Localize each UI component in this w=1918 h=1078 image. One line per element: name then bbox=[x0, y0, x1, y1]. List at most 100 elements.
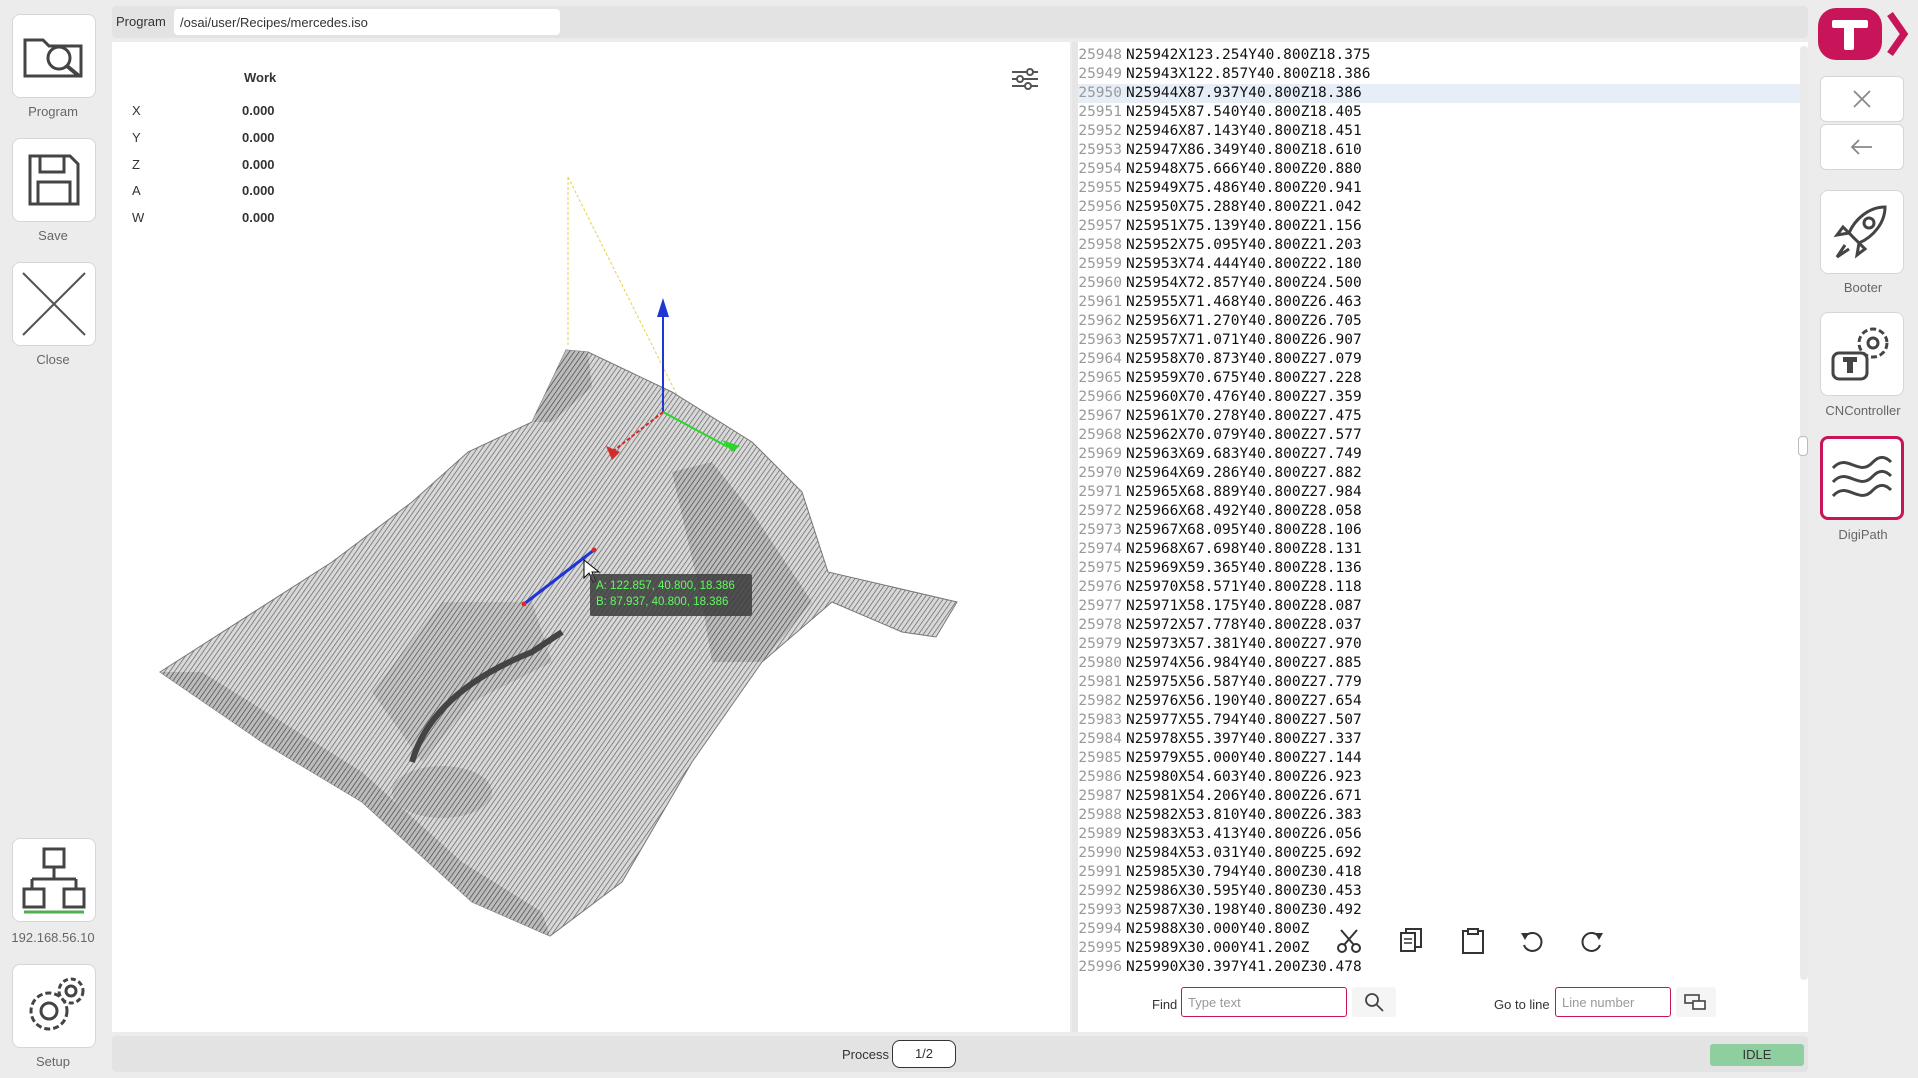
code-line[interactable]: 25966 N25960X70.476Y40.800Z27.359 bbox=[1078, 388, 1808, 407]
line-number: 25996 bbox=[1078, 959, 1122, 975]
code-line[interactable]: 25956 N25950X75.288Y40.800Z21.042 bbox=[1078, 198, 1808, 217]
line-text: N25976X56.190Y40.800Z27.654 bbox=[1126, 693, 1362, 709]
line-text: N25943X122.857Y40.800Z18.386 bbox=[1126, 66, 1371, 82]
search-icon bbox=[1365, 993, 1384, 1012]
find-button[interactable] bbox=[1352, 987, 1396, 1017]
code-line[interactable]: 25949 N25943X122.857Y40.800Z18.386 bbox=[1078, 65, 1808, 84]
network-button[interactable] bbox=[12, 838, 96, 922]
booter-button[interactable] bbox=[1820, 190, 1904, 274]
tooltip-point-b: B: 87.937, 40.800, 18.386 bbox=[596, 596, 729, 608]
line-number: 25948 bbox=[1078, 47, 1122, 63]
redo-button[interactable] bbox=[1574, 924, 1608, 958]
line-text: N25948X75.666Y40.800Z20.880 bbox=[1126, 161, 1362, 177]
code-line[interactable]: 25960 N25954X72.857Y40.800Z24.500 bbox=[1078, 274, 1808, 293]
code-line[interactable]: 25993 N25987X30.198Y40.800Z30.492 bbox=[1078, 901, 1808, 920]
code-line[interactable]: 25975 N25969X59.365Y40.800Z28.136 bbox=[1078, 559, 1808, 578]
copy-button[interactable] bbox=[1394, 924, 1428, 958]
code-line[interactable]: 25967 N25961X70.278Y40.800Z27.475 bbox=[1078, 407, 1808, 426]
code-line[interactable]: 25959 N25953X74.444Y40.800Z22.180 bbox=[1078, 255, 1808, 274]
code-line[interactable]: 25969 N25963X69.683Y40.800Z27.749 bbox=[1078, 445, 1808, 464]
cncontroller-label: CNController bbox=[1825, 403, 1901, 418]
scrollbar[interactable] bbox=[1800, 46, 1808, 980]
code-line[interactable]: 25961 N25955X71.468Y40.800Z26.463 bbox=[1078, 293, 1808, 312]
digipath-icon bbox=[1831, 455, 1893, 498]
line-text: N25954X72.857Y40.800Z24.500 bbox=[1126, 275, 1362, 291]
code-line[interactable]: 25957 N25951X75.139Y40.800Z21.156 bbox=[1078, 217, 1808, 236]
code-line[interactable]: 25964 N25958X70.873Y40.800Z27.079 bbox=[1078, 350, 1808, 369]
digipath-label: DigiPath bbox=[1838, 527, 1888, 542]
code-line[interactable]: 25978 N25972X57.778Y40.800Z28.037 bbox=[1078, 616, 1808, 635]
code-line[interactable]: 25955 N25949X75.486Y40.800Z20.941 bbox=[1078, 179, 1808, 198]
program-button[interactable] bbox=[12, 14, 96, 98]
code-line[interactable]: 25991 N25985X30.794Y40.800Z30.418 bbox=[1078, 863, 1808, 882]
code-line[interactable]: 25996 N25990X30.397Y41.200Z30.478 bbox=[1078, 958, 1808, 977]
goto-button[interactable] bbox=[1676, 987, 1716, 1017]
line-number-input[interactable] bbox=[1555, 987, 1671, 1017]
line-text: N25971X58.175Y40.800Z28.087 bbox=[1126, 598, 1362, 614]
code-lines[interactable]: 25948 N25942X123.254Y40.800Z18.375 25949 N2… bbox=[1078, 46, 1808, 980]
line-number: 25983 bbox=[1078, 712, 1122, 728]
line-number: 25976 bbox=[1078, 579, 1122, 595]
line-text: N25985X30.794Y40.800Z30.418 bbox=[1126, 864, 1362, 880]
code-line[interactable]: 25953 N25947X86.349Y40.800Z18.610 bbox=[1078, 141, 1808, 160]
code-line[interactable]: 25968 N25962X70.079Y40.800Z27.577 bbox=[1078, 426, 1808, 445]
code-line[interactable]: 25989 N25983X53.413Y40.800Z26.056 bbox=[1078, 825, 1808, 844]
back-button[interactable] bbox=[1820, 124, 1904, 170]
window-close-button[interactable] bbox=[1820, 76, 1904, 122]
code-line[interactable]: 25950 N25944X87.937Y40.800Z18.386 bbox=[1078, 84, 1808, 103]
close-button[interactable] bbox=[12, 262, 96, 346]
line-number: 25957 bbox=[1078, 218, 1122, 234]
code-line[interactable]: 25952 N25946X87.143Y40.800Z18.451 bbox=[1078, 122, 1808, 141]
cut-button[interactable] bbox=[1332, 924, 1366, 958]
find-input[interactable] bbox=[1181, 987, 1347, 1017]
toolpath-viewer[interactable]: Work X 0.000 Y 0.000 Z 0.000 A 0.000 W 0… bbox=[112, 42, 1070, 1032]
cncontroller-button[interactable] bbox=[1820, 312, 1904, 396]
paste-button[interactable] bbox=[1456, 924, 1490, 958]
program-path[interactable]: /osai/user/Recipes/mercedes.iso bbox=[174, 9, 560, 35]
code-line[interactable]: 25970 N25964X69.286Y40.800Z27.882 bbox=[1078, 464, 1808, 483]
line-text: N25963X69.683Y40.800Z27.749 bbox=[1126, 446, 1362, 462]
code-editor[interactable]: 25948 N25942X123.254Y40.800Z18.375 25949 N2… bbox=[1072, 42, 1808, 1032]
network-icon bbox=[22, 847, 86, 914]
code-line[interactable]: 25973 N25967X68.095Y40.800Z28.106 bbox=[1078, 521, 1808, 540]
code-line[interactable]: 25990 N25984X53.031Y40.800Z25.692 bbox=[1078, 844, 1808, 863]
code-line[interactable]: 25977 N25971X58.175Y40.800Z28.087 bbox=[1078, 597, 1808, 616]
code-line[interactable]: 25971 N25965X68.889Y40.800Z27.984 bbox=[1078, 483, 1808, 502]
save-button[interactable] bbox=[12, 138, 96, 222]
code-line[interactable]: 25979 N25973X57.381Y40.800Z27.970 bbox=[1078, 635, 1808, 654]
code-line[interactable]: 25972 N25966X68.492Y40.800Z28.058 bbox=[1078, 502, 1808, 521]
code-line[interactable]: 25995 N25989X30.000Y41.200Z bbox=[1078, 939, 1808, 958]
code-line[interactable]: 25984 N25978X55.397Y40.800Z27.337 bbox=[1078, 730, 1808, 749]
code-line[interactable]: 25987 N25981X54.206Y40.800Z26.671 bbox=[1078, 787, 1808, 806]
code-line[interactable]: 25983 N25977X55.794Y40.800Z27.507 bbox=[1078, 711, 1808, 730]
code-line[interactable]: 25985 N25979X55.000Y40.800Z27.144 bbox=[1078, 749, 1808, 768]
line-text: N25956X71.270Y40.800Z26.705 bbox=[1126, 313, 1362, 329]
code-line[interactable]: 25980 N25974X56.984Y40.800Z27.885 bbox=[1078, 654, 1808, 673]
setup-button[interactable] bbox=[12, 964, 96, 1048]
code-line[interactable]: 25948 N25942X123.254Y40.800Z18.375 bbox=[1078, 46, 1808, 65]
process-selector[interactable]: 1/2 bbox=[892, 1040, 956, 1068]
code-line[interactable]: 25965 N25959X70.675Y40.800Z27.228 bbox=[1078, 369, 1808, 388]
code-line[interactable]: 25992 N25986X30.595Y40.800Z30.453 bbox=[1078, 882, 1808, 901]
code-line[interactable]: 25954 N25948X75.666Y40.800Z20.880 bbox=[1078, 160, 1808, 179]
line-number: 25955 bbox=[1078, 180, 1122, 196]
digipath-button[interactable] bbox=[1820, 436, 1904, 520]
code-line[interactable]: 25974 N25968X67.698Y40.800Z28.131 bbox=[1078, 540, 1808, 559]
code-line[interactable]: 25981 N25975X56.587Y40.800Z27.779 bbox=[1078, 673, 1808, 692]
save-label: Save bbox=[38, 228, 68, 243]
code-line[interactable]: 25988 N25982X53.810Y40.800Z26.383 bbox=[1078, 806, 1808, 825]
goto-line-icon bbox=[1684, 994, 1706, 1010]
line-number: 25981 bbox=[1078, 674, 1122, 690]
code-line[interactable]: 25962 N25956X71.270Y40.800Z26.705 bbox=[1078, 312, 1808, 331]
scrollbar-thumb[interactable] bbox=[1798, 436, 1808, 456]
code-line[interactable]: 25951 N25945X87.540Y40.800Z18.405 bbox=[1078, 103, 1808, 122]
code-line[interactable]: 25982 N25976X56.190Y40.800Z27.654 bbox=[1078, 692, 1808, 711]
line-number: 25954 bbox=[1078, 161, 1122, 177]
code-line[interactable]: 25958 N25952X75.095Y40.800Z21.203 bbox=[1078, 236, 1808, 255]
undo-button[interactable] bbox=[1516, 924, 1550, 958]
code-line[interactable]: 25994 N25988X30.000Y40.800Z bbox=[1078, 920, 1808, 939]
code-line[interactable]: 25963 N25957X71.071Y40.800Z26.907 bbox=[1078, 331, 1808, 350]
code-line[interactable]: 25976 N25970X58.571Y40.800Z28.118 bbox=[1078, 578, 1808, 597]
code-line[interactable]: 25986 N25980X54.603Y40.800Z26.923 bbox=[1078, 768, 1808, 787]
line-text: N25952X75.095Y40.800Z21.203 bbox=[1126, 237, 1362, 253]
